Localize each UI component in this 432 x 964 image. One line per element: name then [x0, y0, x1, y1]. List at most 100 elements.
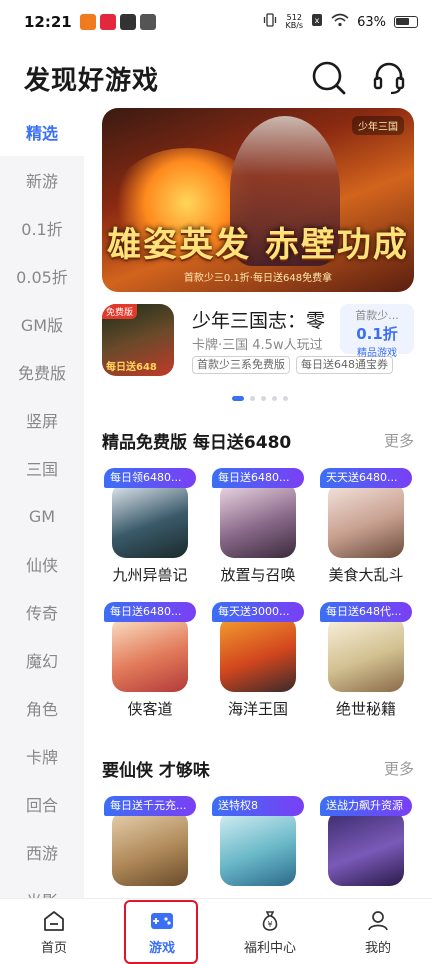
vibrate-icon [263, 13, 277, 31]
battery-icon [394, 16, 418, 28]
home-icon [41, 908, 67, 934]
game-card[interactable]: 每日送6480... 侠客道 [102, 602, 198, 724]
game-card[interactable]: 每日送千元充... [102, 796, 198, 898]
sidebar-item-0-1-discount[interactable]: 0.1折 [0, 204, 84, 252]
gamepad-icon [149, 908, 175, 934]
promo-ribbon: 每日送6480... [212, 468, 304, 488]
promo-ribbon: 每日送648代... [320, 602, 412, 622]
status-bar: 12:21 512 KB/s x 63% [0, 0, 432, 44]
sidebar-item-card[interactable]: 卡牌 [0, 732, 84, 780]
category-sidebar[interactable]: 精选 新游 0.1折 0.05折 GM版 免费版 竖屏 三国 GM 仙侠 传奇 … [0, 108, 84, 898]
sidebar-item-gm[interactable]: GM [0, 492, 84, 540]
speed-unit: KB/s [285, 21, 304, 30]
section-more-link[interactable]: 更多 [384, 758, 414, 779]
search-icon[interactable] [310, 59, 348, 97]
banner-subtitle: 首款少三0.1折·每日送648免费拿 [183, 273, 333, 284]
tab-welfare-label: 福利中心 [243, 940, 296, 956]
tab-profile[interactable]: 我的 [324, 899, 432, 964]
sidebar-item-three-kingdoms[interactable]: 三国 [0, 444, 84, 492]
tab-games[interactable]: 游戏 [108, 899, 216, 964]
game-icon[interactable] [112, 616, 188, 692]
sidebar-item-turn-based[interactable]: 回合 [0, 780, 84, 828]
promo-ribbon: 每天送3000... [212, 602, 304, 622]
game-name: 海洋王国 [227, 700, 288, 718]
game-icon[interactable] [328, 810, 404, 886]
tab-profile-label: 我的 [364, 940, 391, 956]
game-card[interactable]: 每日送6480... 放置与召唤 [210, 468, 306, 590]
banner-title: 雄姿英发 赤壁功成 [107, 225, 409, 265]
sidebar-item-0-05-discount[interactable]: 0.05折 [0, 252, 84, 300]
pager-dot[interactable] [250, 396, 255, 401]
main-content: 少年三国 雄姿英发 赤壁功成 首款少三0.1折·每日送648免费拿 免费版 每日… [84, 108, 432, 898]
game-grid-free: 每日领6480... 九州异兽记 每日送6480... 放置与召唤 天天送648… [102, 468, 414, 724]
game-icon[interactable] [220, 482, 296, 558]
promo-ribbon: 每日领6480... [104, 468, 196, 488]
bottom-nav: 首页 游戏 ¥ 福利中心 我的 [0, 898, 432, 964]
pager-dot[interactable] [283, 396, 288, 401]
game-card[interactable]: 送战力飙升资源 [318, 796, 414, 898]
featured-game-icon[interactable]: 免费版 每日送648 [102, 304, 174, 376]
game-card[interactable]: 每天送3000... 海洋王国 [210, 602, 306, 724]
game-icon[interactable] [328, 482, 404, 558]
money-bag-icon: ¥ [257, 908, 283, 934]
promo-ribbon: 送战力飙升资源 [320, 796, 412, 816]
sidebar-item-light[interactable]: 光影 [0, 876, 84, 898]
game-icon[interactable] [112, 482, 188, 558]
promo-ribbon: 天天送6480... [320, 468, 412, 488]
sidebar-item-xianxia[interactable]: 仙侠 [0, 540, 84, 588]
profile-icon [365, 908, 391, 934]
game-icon[interactable] [220, 616, 296, 692]
sidebar-item-journey-west[interactable]: 西游 [0, 828, 84, 876]
tab-games-label: 游戏 [148, 940, 175, 956]
game-card[interactable]: 送特权8 [210, 796, 306, 898]
game-name: 美食大乱斗 [328, 566, 404, 584]
banner-logo-tag: 少年三国 [352, 116, 404, 135]
promo-ribbon: 每日送6480... [104, 602, 196, 622]
free-version-badge: 免费版 [102, 304, 138, 319]
promo-ribbon: 送特权8 [212, 796, 304, 816]
game-icon[interactable] [112, 810, 188, 886]
notification-app-icon [119, 14, 136, 30]
featured-tag: 首款少三系免费版 [192, 356, 290, 374]
discount-value: 0.1折 [356, 325, 398, 343]
discount-badge: 首款少... 0.1折 精品游戏 [340, 304, 414, 359]
game-icon[interactable] [220, 810, 296, 886]
game-card[interactable]: 每日领6480... 九州异兽记 [102, 468, 198, 590]
game-icon[interactable] [328, 616, 404, 692]
sidebar-item-portrait[interactable]: 竖屏 [0, 396, 84, 444]
sidebar-item-gm-version[interactable]: GM版 [0, 300, 84, 348]
game-card[interactable]: 每日送648代... 绝世秘籍 [318, 602, 414, 724]
page-header: 发现好游戏 [0, 48, 432, 108]
notification-app-icon [79, 14, 96, 30]
sidebar-item-fantasy[interactable]: 魔幻 [0, 636, 84, 684]
tab-home[interactable]: 首页 [0, 899, 108, 964]
sidebar-item-free[interactable]: 免费版 [0, 348, 84, 396]
section-title-xianxia: 要仙侠 才够味 [102, 761, 210, 781]
game-name: 九州异兽记 [112, 566, 188, 584]
pager-dot[interactable] [261, 396, 266, 401]
sidebar-item-rpg[interactable]: 角色 [0, 684, 84, 732]
sidebar-item-featured[interactable]: 精选 [0, 108, 84, 156]
sim-icon: x [311, 13, 323, 31]
notification-square-icon [139, 14, 156, 30]
sidebar-item-new[interactable]: 新游 [0, 156, 84, 204]
svg-text:x: x [315, 16, 320, 25]
tab-welfare-center[interactable]: ¥ 福利中心 [216, 899, 324, 964]
headset-icon[interactable] [370, 59, 408, 97]
wifi-icon [331, 13, 349, 31]
carousel-pager[interactable] [232, 396, 288, 401]
game-card[interactable]: 天天送6480... 美食大乱斗 [318, 468, 414, 590]
pager-dot-active[interactable] [232, 396, 244, 401]
featured-game[interactable]: 免费版 每日送648 少年三国志：零 卡牌·三国 4.5w人玩过 首款少三系免费… [102, 304, 414, 376]
game-grid-xianxia: 每日送千元充... 送特权8 送战力飙升资源 [102, 796, 414, 898]
section-more-link[interactable]: 更多 [384, 430, 414, 451]
tab-home-label: 首页 [40, 940, 67, 956]
game-name: 绝世秘籍 [335, 700, 396, 718]
pager-dot[interactable] [272, 396, 277, 401]
status-time: 12:21 [24, 13, 72, 31]
promo-banner[interactable]: 少年三国 雄姿英发 赤壁功成 首款少三0.1折·每日送648免费拿 [102, 108, 414, 292]
game-name: 侠客道 [127, 700, 173, 718]
featured-game-meta: 卡牌·三国 4.5w人玩过 [192, 338, 323, 353]
sidebar-item-legend[interactable]: 传奇 [0, 588, 84, 636]
featured-game-title[interactable]: 少年三国志：零 [192, 306, 325, 333]
